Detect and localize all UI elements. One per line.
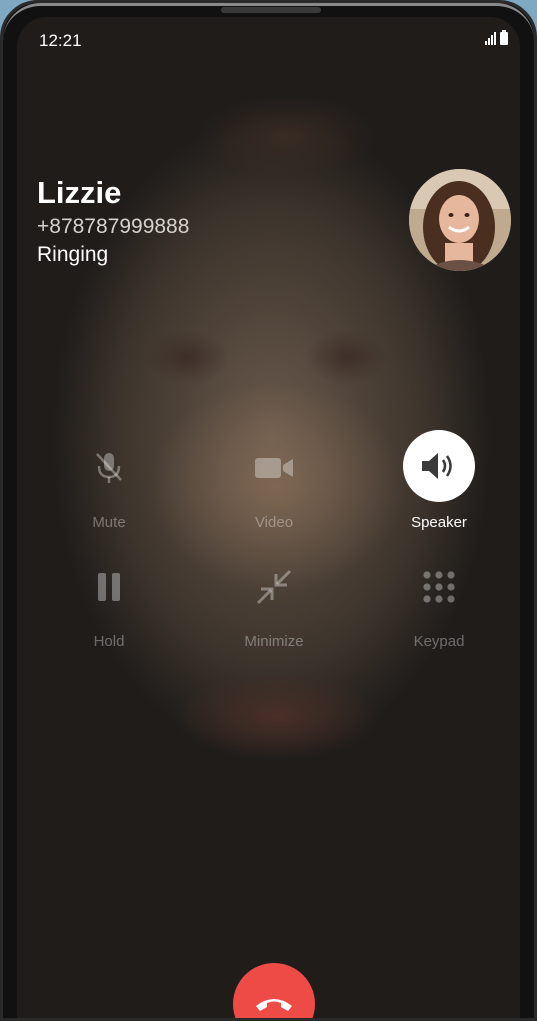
keypad-icon xyxy=(403,551,475,623)
end-call-button[interactable] xyxy=(233,963,315,1018)
speaker-icon xyxy=(403,430,475,502)
hold-button[interactable]: Hold xyxy=(39,551,179,651)
video-label: Video xyxy=(254,514,294,531)
avatar xyxy=(409,169,511,271)
keypad-label: Keypad xyxy=(413,633,465,650)
battery-icon xyxy=(500,30,508,45)
hold-label: Hold xyxy=(93,633,125,650)
minimize-label: Minimize xyxy=(244,633,304,650)
video-icon xyxy=(238,432,310,504)
mic-off-icon xyxy=(73,432,145,504)
video-button[interactable]: Video xyxy=(204,432,344,532)
pause-icon xyxy=(73,551,145,623)
speaker-grille xyxy=(221,7,321,13)
speaker-label: Speaker xyxy=(411,514,467,531)
minimize-icon xyxy=(238,551,310,623)
mute-label: Mute xyxy=(92,514,126,531)
call-screen: 12:21 Lizzie +878787999888 Ringing Mute … xyxy=(17,17,520,1018)
keypad-button[interactable]: Keypad xyxy=(369,551,509,651)
status-icons xyxy=(485,30,508,45)
caller-name: Lizzie xyxy=(37,175,122,210)
signal-icon xyxy=(485,31,496,45)
caller-number: +878787999888 xyxy=(37,215,190,238)
phone-hangup-icon xyxy=(256,999,292,1011)
mute-button[interactable]: Mute xyxy=(39,432,179,532)
minimize-button[interactable]: Minimize xyxy=(204,551,344,651)
status-time: 12:21 xyxy=(39,31,82,50)
call-status: Ringing xyxy=(37,243,109,266)
phone-frame: 12:21 Lizzie +878787999888 Ringing Mute … xyxy=(0,0,537,1021)
speaker-button[interactable]: Speaker xyxy=(369,430,509,531)
